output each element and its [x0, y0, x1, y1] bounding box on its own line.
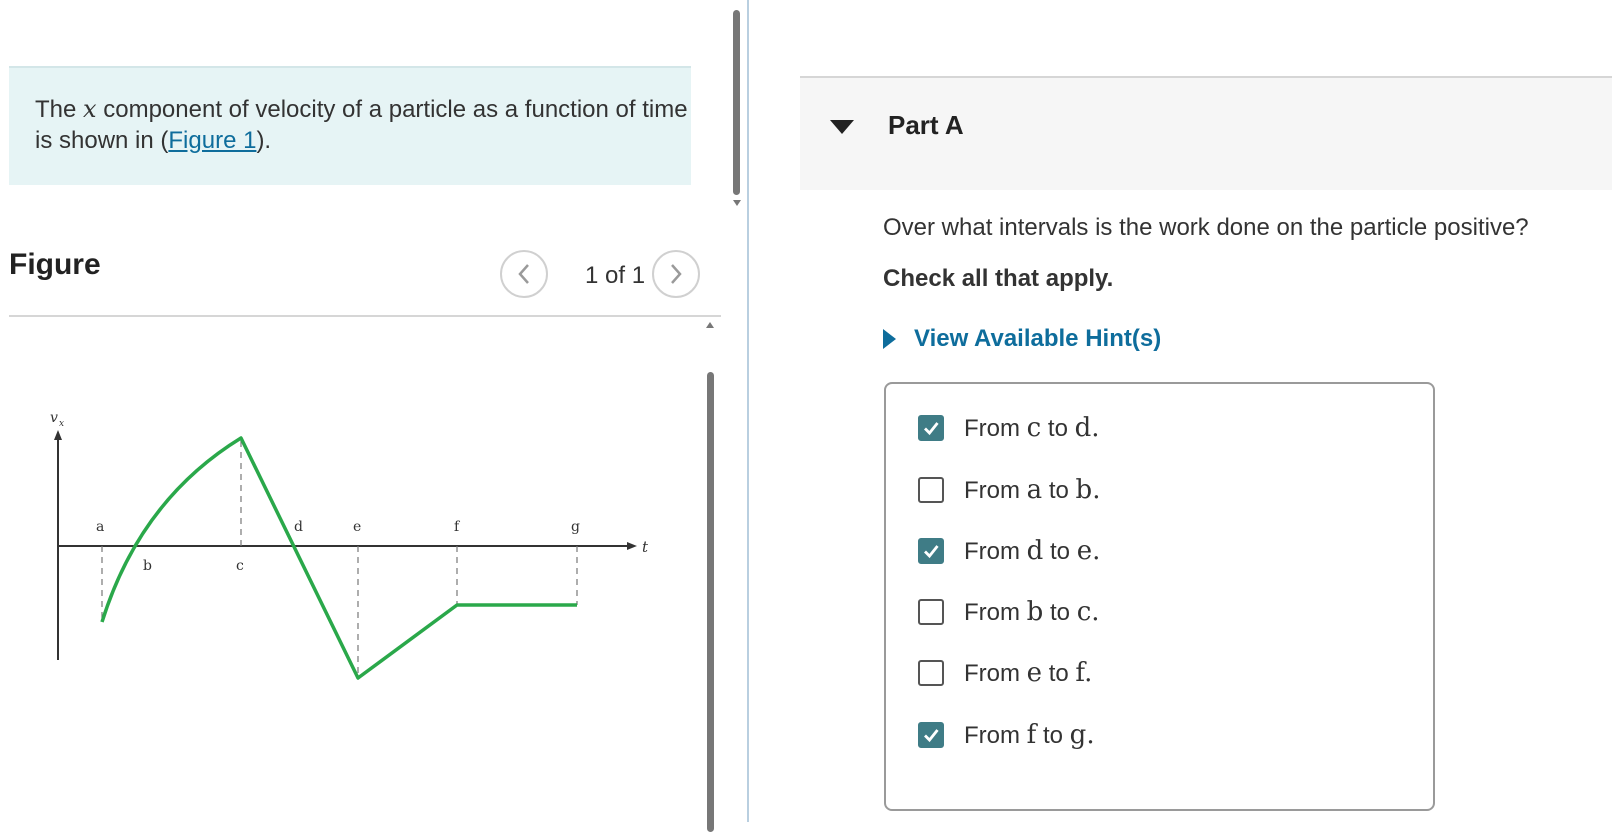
scroll-up-arrow-icon[interactable]: [706, 322, 714, 328]
figure-link[interactable]: Figure 1: [168, 127, 256, 154]
point-label-d: d: [294, 519, 303, 535]
answer-pane: Part A Over what intervals is the work d…: [800, 0, 1612, 822]
option-b-to-c[interactable]: From b to c.: [918, 595, 1100, 629]
x-axis-label: t: [642, 538, 649, 556]
option-e-to-f[interactable]: From e to f.: [918, 656, 1092, 690]
option-f-to-g[interactable]: From f to g.: [918, 718, 1095, 752]
point-label-b: b: [143, 558, 152, 574]
checkmark-icon: [924, 545, 939, 559]
velocity-time-graph: v x t a b c d e f g: [50, 410, 649, 680]
option-label: From c to d.: [964, 413, 1100, 443]
x-axis-arrow-icon: [627, 542, 637, 550]
option-d-to-e[interactable]: From d to e.: [918, 534, 1100, 568]
y-axis-arrow-icon: [54, 430, 62, 440]
expand-caret-icon: [883, 329, 896, 349]
checkbox-checked[interactable]: [918, 415, 944, 441]
checkbox-unchecked[interactable]: [918, 599, 944, 625]
problem-statement: The x component of velocity of a particl…: [9, 66, 691, 185]
figure-counter: 1 of 1: [585, 262, 646, 289]
scroll-down-arrow-icon[interactable]: [733, 200, 741, 206]
pane-divider[interactable]: [747, 0, 749, 822]
velocity-curve: [100, 436, 577, 680]
option-label: From a to b.: [964, 475, 1101, 505]
option-a-to-b[interactable]: From a to b.: [918, 473, 1100, 507]
point-label-f: f: [454, 519, 461, 535]
option-c-to-d[interactable]: From c to d.: [918, 411, 1100, 445]
problem-pane: The x component of velocity of a particl…: [0, 0, 741, 832]
part-title: Part A: [888, 110, 964, 140]
collapse-caret-icon[interactable]: [830, 120, 854, 134]
scrollbar-thumb-top[interactable]: [733, 10, 740, 195]
question-text: Over what intervals is the work done on …: [883, 214, 1529, 241]
checkbox-checked[interactable]: [918, 538, 944, 564]
scrollbar-thumb-figure[interactable]: [707, 372, 714, 832]
option-label: From d to e.: [964, 536, 1101, 566]
statement-prefix: The: [35, 96, 84, 123]
y-axis-subscript: x: [59, 419, 64, 429]
point-label-g: g: [571, 519, 580, 535]
checkmark-icon: [924, 729, 939, 743]
option-label: From b to c.: [964, 597, 1100, 627]
next-figure-button[interactable]: [652, 250, 700, 298]
y-axis-label: v: [50, 410, 58, 426]
chevron-right-icon: [671, 264, 682, 284]
figure-heading: Figure: [9, 248, 101, 281]
instruction-text: Check all that apply.: [883, 265, 1114, 292]
point-label-c: c: [236, 558, 244, 574]
checkbox-unchecked[interactable]: [918, 477, 944, 503]
hint-label: View Available Hint(s): [914, 325, 1162, 352]
figure-divider: [9, 315, 721, 317]
checkbox-unchecked[interactable]: [918, 660, 944, 686]
point-label-e: e: [353, 519, 361, 535]
view-hints-toggle[interactable]: View Available Hint(s): [883, 325, 1161, 353]
statement-middle: component of velocity of a particle as a…: [35, 96, 688, 154]
statement-suffix: ).: [256, 127, 272, 154]
checkmark-icon: [924, 422, 939, 436]
checkbox-checked[interactable]: [918, 722, 944, 748]
chevron-left-icon: [518, 264, 529, 284]
answer-options: From c to d. From a to b. From d to e. F…: [884, 382, 1435, 811]
point-label-a: a: [96, 519, 104, 535]
statement-variable: x: [83, 95, 97, 123]
previous-figure-button[interactable]: [500, 250, 548, 298]
option-label: From f to g.: [964, 720, 1095, 750]
option-label: From e to f.: [964, 658, 1093, 688]
part-a-header[interactable]: Part A: [800, 76, 1612, 190]
